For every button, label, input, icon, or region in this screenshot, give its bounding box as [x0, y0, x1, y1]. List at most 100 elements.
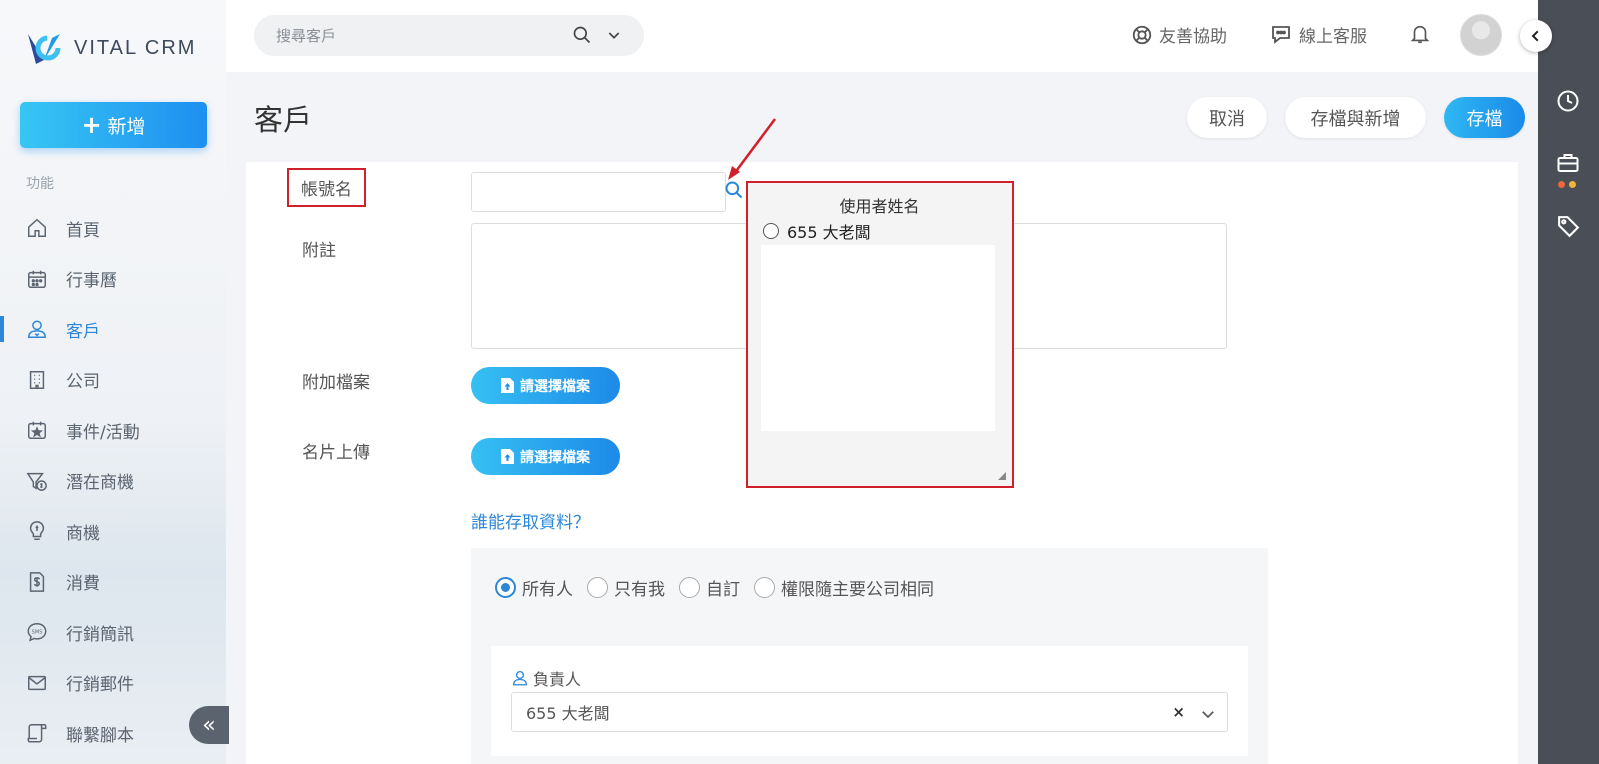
toggle-right-panel-button[interactable] — [1520, 20, 1552, 52]
user-icon — [512, 670, 528, 686]
clock-icon[interactable] — [1556, 89, 1580, 113]
upload-button-label: 請選擇檔案 — [520, 378, 590, 395]
save-button[interactable]: 存檔 — [1444, 97, 1525, 138]
owner-select-value: 655 大老闆 — [526, 704, 610, 723]
access-radio-group: 所有人 只有我 自訂 權限隨主要公司相同 — [495, 575, 948, 600]
sidebar-item-label: 客戶 — [66, 321, 100, 342]
radio[interactable] — [679, 577, 700, 598]
popup-option-label: 655 大老闆 — [787, 223, 871, 242]
plus-icon: + — [81, 111, 102, 139]
access-option-label: 只有我 — [614, 580, 665, 600]
customer-icon — [28, 320, 46, 339]
sidebar-item-label: 首頁 — [66, 220, 100, 241]
support-link[interactable]: 線上客服 — [1269, 22, 1367, 47]
radio[interactable] — [587, 577, 608, 598]
new-button[interactable]: + 新增 — [20, 102, 207, 148]
sidebar-item-label: 潛在商機 — [66, 473, 134, 494]
radio[interactable] — [754, 577, 775, 598]
popup-title: 使用者姓名 — [839, 197, 920, 216]
right-rail — [1538, 0, 1599, 764]
owner-select[interactable]: 655 大老闆 × — [511, 692, 1228, 732]
attachment-upload-button[interactable]: 請選擇檔案 — [471, 367, 620, 404]
help-link[interactable]: 友善協助 — [1131, 22, 1227, 47]
brand-logo[interactable]: VITAL CRM — [22, 26, 196, 70]
sidebar-item-label: 行銷郵件 — [66, 675, 134, 696]
who-can-access-link[interactable]: 誰能存取資料？ — [471, 508, 590, 533]
file-upload-icon — [501, 449, 514, 464]
double-chevron-left-icon: « — [202, 712, 216, 738]
sidebar: VITAL CRM + 新增 功能 首頁 行事曆 客戶 公司 事件/活動 潛在商… — [0, 0, 229, 764]
sidebar-item-label: 公司 — [66, 372, 100, 393]
sidebar-item-company[interactable]: 公司 — [0, 355, 226, 406]
new-button-label: 新增 — [107, 115, 146, 138]
access-option-label: 所有人 — [522, 580, 573, 600]
bell-icon[interactable] — [1409, 22, 1431, 46]
popup-list-area — [761, 245, 995, 431]
access-option-label: 自訂 — [706, 580, 740, 600]
owner-section: 負責人 655 大老闆 × — [491, 646, 1248, 756]
access-option-same-as-company[interactable]: 權限隨主要公司相同 — [754, 575, 934, 600]
briefcase-icon[interactable] — [1556, 151, 1580, 175]
home-icon — [28, 219, 46, 238]
topbar: 友善協助 線上客服 — [226, 0, 1538, 72]
sms-icon: SMS — [27, 623, 47, 642]
clear-icon[interactable]: × — [1172, 703, 1185, 721]
search-input[interactable] — [276, 26, 566, 45]
sidebar-item-sms[interactable]: SMS 行銷簡訊 — [0, 607, 226, 658]
attachment-label: 附加檔案 — [302, 373, 370, 393]
resize-handle-icon[interactable] — [998, 472, 1006, 480]
access-option-everyone[interactable]: 所有人 — [495, 575, 573, 600]
access-option-only-me[interactable]: 只有我 — [587, 575, 665, 600]
script-icon — [27, 724, 47, 743]
upload-button-label: 請選擇檔案 — [520, 449, 590, 466]
chat-support-icon — [1272, 25, 1290, 44]
support-link-label: 線上客服 — [1299, 27, 1367, 47]
sidebar-item-consumption[interactable]: 消費 — [0, 557, 226, 608]
sidebar-nav: 首頁 行事曆 客戶 公司 事件/活動 潛在商機 商機 消費 SMS 行銷簡訊 行… — [0, 203, 226, 759]
user-lookup-popup: 使用者姓名 655 大老闆 — [746, 181, 1014, 488]
business-card-upload-button[interactable]: 請選擇檔案 — [471, 438, 620, 475]
account-name-input[interactable] — [471, 172, 726, 212]
owner-label-text: 負責人 — [533, 670, 582, 689]
access-panel: 所有人 只有我 自訂 權限隨主要公司相同 負責人 655 大老闆 × — [471, 548, 1268, 764]
section-label: 功能 — [26, 176, 54, 192]
save-and-new-button[interactable]: 存檔與新增 — [1285, 97, 1426, 138]
sidebar-item-home[interactable]: 首頁 — [0, 203, 226, 254]
file-upload-icon — [501, 378, 514, 393]
note-label: 附註 — [302, 241, 336, 261]
avatar[interactable] — [1460, 14, 1502, 56]
mail-icon — [28, 675, 46, 690]
cancel-button[interactable]: 取消 — [1187, 97, 1267, 138]
radio[interactable] — [763, 223, 779, 239]
sidebar-item-label: 事件/活動 — [66, 422, 140, 443]
calendar-icon — [28, 270, 46, 288]
popup-option[interactable]: 655 大老闆 — [763, 219, 871, 243]
access-option-custom[interactable]: 自訂 — [679, 575, 740, 600]
sidebar-item-leads[interactable]: 潛在商機 — [0, 456, 226, 507]
building-icon — [29, 370, 45, 389]
search-icon[interactable] — [724, 180, 744, 200]
sidebar-item-label: 聯繫腳本 — [66, 725, 134, 746]
sidebar-item-opportunities[interactable]: 商機 — [0, 506, 226, 557]
tag-icon[interactable] — [1556, 214, 1581, 239]
sidebar-item-calendar[interactable]: 行事曆 — [0, 254, 226, 305]
help-link-label: 友善協助 — [1159, 27, 1227, 47]
sidebar-item-label: 行銷簡訊 — [66, 624, 134, 645]
sidebar-item-mail[interactable]: 行銷郵件 — [0, 658, 226, 709]
radio-selected[interactable] — [495, 577, 516, 598]
sidebar-item-label: 消費 — [66, 574, 100, 595]
sidebar-item-customer[interactable]: 客戶 — [0, 304, 226, 355]
chevron-left-icon — [1531, 30, 1539, 42]
chevron-down-icon[interactable] — [606, 27, 622, 43]
page-title: 客戶 — [254, 103, 313, 137]
search-box — [254, 15, 644, 56]
svg-text:SMS: SMS — [32, 630, 43, 636]
brand-name: VITAL CRM — [74, 36, 197, 59]
event-icon — [28, 422, 46, 440]
chevron-down-icon[interactable] — [1199, 705, 1217, 723]
search-icon[interactable] — [572, 25, 592, 45]
sidebar-item-events[interactable]: 事件/活動 — [0, 405, 226, 456]
access-option-label: 權限隨主要公司相同 — [781, 580, 934, 600]
annotation-arrow-icon — [728, 118, 777, 180]
collapse-sidebar-button[interactable]: « — [189, 706, 229, 744]
